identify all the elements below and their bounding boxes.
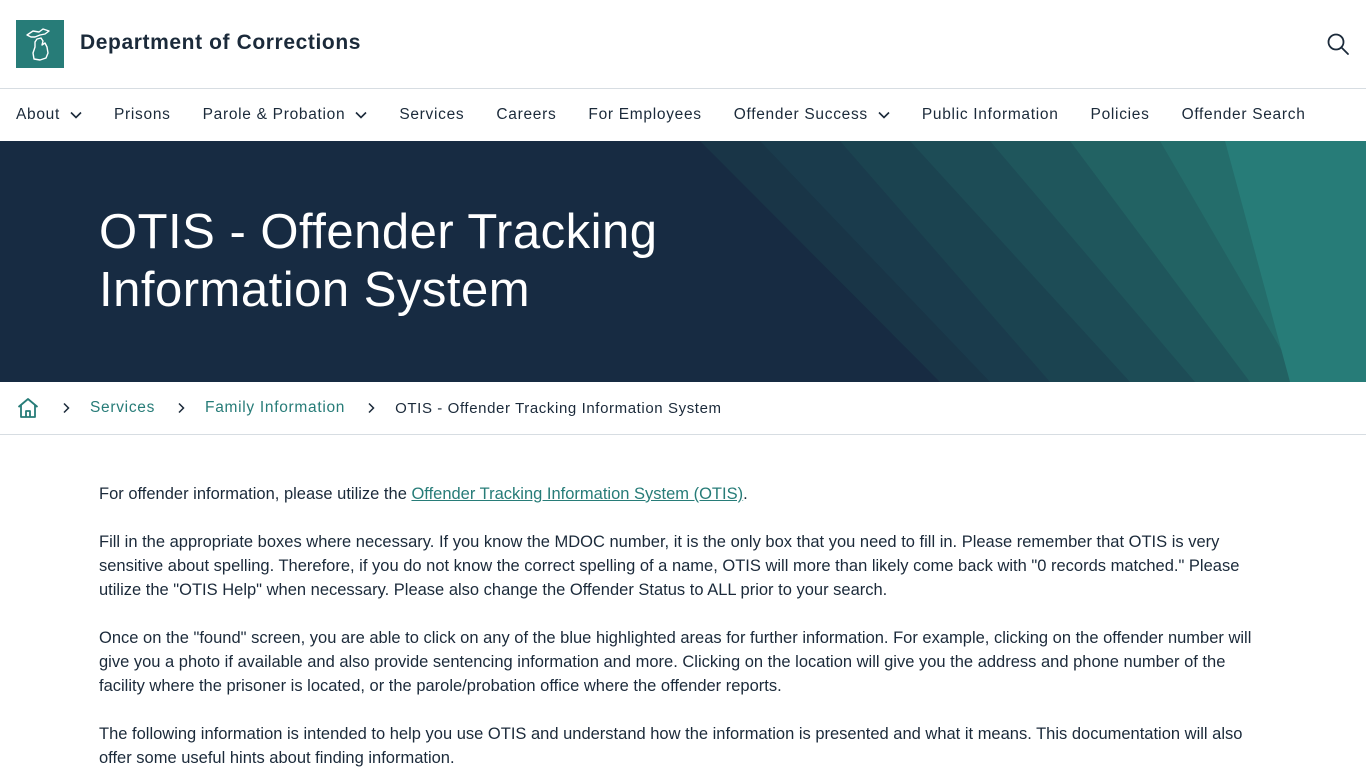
nav-item-policies[interactable]: Policies bbox=[1091, 106, 1150, 124]
nav-item-about[interactable]: About bbox=[16, 106, 82, 124]
page-title: OTIS - Offender Tracking Information Sys… bbox=[99, 203, 859, 319]
paragraph-found-screen: Once on the "found" screen, you are able… bbox=[99, 629, 1252, 695]
nav-item-offender-success[interactable]: Offender Success bbox=[734, 106, 890, 124]
breadcrumb-link-family-information[interactable]: Family Information bbox=[205, 399, 345, 417]
chevron-down-icon bbox=[878, 111, 890, 119]
nav-item-label: About bbox=[16, 106, 61, 123]
search-icon[interactable] bbox=[1326, 32, 1350, 56]
nav-item-label: Policies bbox=[1090, 106, 1150, 123]
paragraph-instructions: Fill in the appropriate boxes where nece… bbox=[99, 533, 1240, 599]
nav-item-label: Offender Search bbox=[1181, 106, 1306, 123]
chevron-right-icon bbox=[63, 402, 70, 414]
main-nav: About Prisons Parole & Probation Service… bbox=[0, 89, 1366, 141]
breadcrumb: Services Family Information OTIS - Offen… bbox=[0, 382, 1366, 435]
michigan-map-icon[interactable] bbox=[16, 20, 64, 68]
intro-period: . bbox=[743, 485, 748, 503]
intro-text: For offender information, please utilize… bbox=[99, 485, 412, 503]
otis-link[interactable]: Offender Tracking Information System (OT… bbox=[411, 485, 743, 503]
breadcrumb-current: OTIS - Offender Tracking Information Sys… bbox=[395, 399, 722, 417]
page-title-line-2: Information System bbox=[99, 263, 531, 317]
nav-item-offender-search[interactable]: Offender Search bbox=[1182, 106, 1306, 124]
nav-item-label: Prisons bbox=[114, 106, 171, 123]
nav-item-public-information[interactable]: Public Information bbox=[922, 106, 1059, 124]
main-content: For offender information, please utilize… bbox=[99, 482, 1259, 768]
nav-item-prisons[interactable]: Prisons bbox=[114, 106, 171, 124]
breadcrumb-link-services[interactable]: Services bbox=[90, 399, 155, 417]
nav-item-label: Public Information bbox=[921, 106, 1059, 123]
nav-item-label: Offender Success bbox=[733, 106, 868, 123]
site-title[interactable]: Department of Corrections bbox=[80, 31, 361, 55]
nav-item-careers[interactable]: Careers bbox=[496, 106, 556, 124]
page-title-line-1: OTIS - Offender Tracking bbox=[99, 205, 658, 259]
nav-item-label: Services bbox=[399, 106, 465, 123]
home-icon[interactable] bbox=[16, 396, 40, 420]
nav-item-label: Parole & Probation bbox=[202, 106, 346, 123]
chevron-right-icon bbox=[368, 402, 375, 414]
chevron-right-icon bbox=[178, 402, 185, 414]
chevron-down-icon bbox=[70, 111, 82, 119]
paragraph-intro: For offender information, please utilize… bbox=[99, 482, 1259, 506]
nav-item-label: For Employees bbox=[588, 106, 702, 123]
nav-item-services[interactable]: Services bbox=[399, 106, 464, 124]
nav-item-parole-probation[interactable]: Parole & Probation bbox=[203, 106, 368, 124]
nav-item-label: Careers bbox=[496, 106, 557, 123]
site-header: Department of Corrections bbox=[0, 0, 1366, 89]
hero-banner: OTIS - Offender Tracking Information Sys… bbox=[0, 141, 1366, 382]
nav-item-for-employees[interactable]: For Employees bbox=[588, 106, 701, 124]
chevron-down-icon bbox=[355, 111, 367, 119]
paragraph-documentation: The following information is intended to… bbox=[99, 725, 1243, 767]
